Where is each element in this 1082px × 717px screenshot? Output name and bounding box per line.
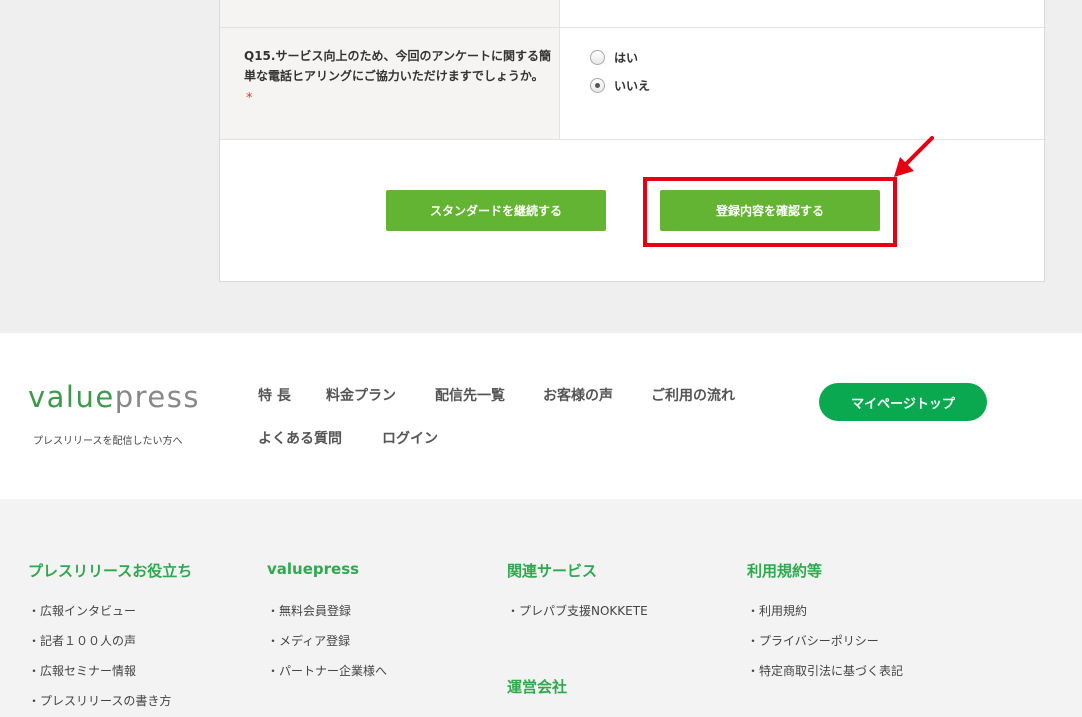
form-row-previous bbox=[220, 0, 1046, 28]
nav-login[interactable]: ログイン bbox=[382, 428, 438, 448]
column-title-press-release-tips: プレスリリースお役立ち bbox=[28, 562, 193, 580]
footer-link[interactable]: ・無料会員登録 bbox=[267, 602, 351, 619]
mypage-top-button[interactable]: マイページトップ bbox=[819, 383, 987, 421]
column-title-related-services: 関連サービス bbox=[507, 562, 598, 580]
nav-faq[interactable]: よくある質問 bbox=[258, 428, 342, 448]
radio-option-yes[interactable]: はい bbox=[590, 49, 638, 66]
footer-link[interactable]: ・メディア登録 bbox=[267, 632, 350, 649]
footer-link[interactable]: ・プライバシーポリシー bbox=[747, 632, 879, 649]
highlight-box bbox=[643, 177, 897, 247]
question-text: Q15.サービス向上のため、今回のアンケートに関する簡単な電話ヒアリングにご協力… bbox=[244, 49, 551, 83]
footer-link[interactable]: ・プレパブ支援NOKKETE bbox=[507, 602, 648, 619]
footer-link[interactable]: ・広報インタビュー bbox=[28, 602, 136, 619]
footer-nav: valuepress プレスリリースを配信したい方へ 特 長 料金プラン 配信先… bbox=[0, 333, 1082, 499]
nav-pricing[interactable]: 料金プラン bbox=[326, 385, 396, 405]
nav-customer-voices[interactable]: お客様の声 bbox=[543, 385, 613, 405]
nav-usage-flow[interactable]: ご利用の流れ bbox=[651, 385, 735, 405]
column-title-terms: 利用規約等 bbox=[747, 562, 823, 580]
footer-link[interactable]: ・広報セミナー情報 bbox=[28, 662, 136, 679]
radio-button[interactable] bbox=[590, 50, 605, 65]
footer-link[interactable]: ・利用規約 bbox=[747, 602, 807, 619]
logo-subtitle: プレスリリースを配信したい方へ bbox=[33, 436, 183, 447]
footer-links: プレスリリースお役立ち ・広報インタビュー ・記者１００人の声 ・広報セミナー情… bbox=[0, 499, 1082, 717]
continue-standard-button[interactable]: スタンダードを継続する bbox=[386, 190, 606, 231]
form-row-q15: Q15.サービス向上のため、今回のアンケートに関する簡単な電話ヒアリングにご協力… bbox=[220, 28, 1046, 140]
radio-label: はい bbox=[614, 51, 639, 65]
footer-link[interactable]: ・プレスリリースの書き方 bbox=[28, 692, 171, 709]
footer-link[interactable]: ・パートナー企業様へ bbox=[267, 662, 387, 679]
required-mark: * bbox=[246, 91, 253, 106]
nav-features[interactable]: 特 長 bbox=[258, 385, 291, 405]
valuepress-logo[interactable]: valuepress bbox=[28, 380, 200, 414]
footer-link[interactable]: ・記者１００人の声 bbox=[28, 632, 136, 649]
column-title-operating-company: 運営会社 bbox=[507, 678, 568, 696]
label-cell: Q15.サービス向上のため、今回のアンケートに関する簡単な電話ヒアリングにご協力… bbox=[220, 28, 560, 139]
nav-distribution-list[interactable]: 配信先一覧 bbox=[435, 385, 505, 405]
red-arrow-icon bbox=[894, 136, 934, 177]
radio-label: いいえ bbox=[614, 79, 651, 93]
column-title-valuepress: valuepress bbox=[267, 560, 360, 578]
radio-option-no[interactable]: いいえ bbox=[590, 77, 650, 94]
footer-link[interactable]: ・特定商取引法に基づく表記 bbox=[747, 662, 903, 679]
label-cell bbox=[220, 0, 560, 27]
radio-button[interactable] bbox=[590, 78, 605, 93]
